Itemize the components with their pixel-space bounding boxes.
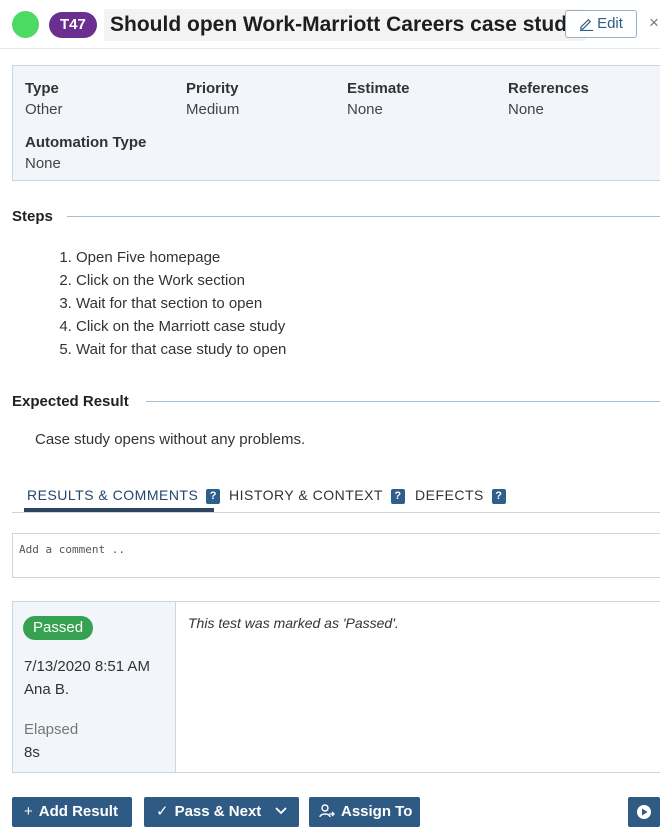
- assign-user-icon: [319, 804, 335, 818]
- edit-button[interactable]: Edit: [565, 10, 637, 38]
- step-item: Click on the Work section: [76, 269, 286, 292]
- references-value: None: [508, 101, 544, 118]
- help-icon[interactable]: ?: [206, 489, 221, 504]
- step-item: Wait for that section to open: [76, 292, 286, 315]
- check-icon: ✓: [156, 803, 169, 820]
- elapsed-value: 8s: [24, 744, 40, 761]
- page-title: Should open Work-Marriott Careers case s…: [104, 9, 585, 41]
- type-label: Type: [25, 80, 59, 97]
- header-divider: [0, 48, 660, 49]
- step-item: Open Five homepage: [76, 246, 286, 269]
- edit-label: Edit: [597, 15, 623, 32]
- help-icon[interactable]: ?: [390, 489, 405, 504]
- comment-input[interactable]: Add a comment ..: [12, 533, 660, 578]
- step-item: Wait for that case study to open: [76, 338, 286, 361]
- expected-result-heading: Expected Result: [12, 393, 129, 410]
- estimate-label: Estimate: [347, 80, 410, 97]
- test-id-badge: T47: [49, 12, 97, 38]
- status-badge: Passed: [23, 616, 94, 640]
- automation-type-label: Automation Type: [25, 134, 147, 151]
- tab-history-context[interactable]: HISTORY & CONTEXT?: [229, 487, 405, 504]
- elapsed-label: Elapsed: [24, 721, 79, 738]
- steps-list: Open Five homepage Click on the Work sec…: [52, 246, 286, 361]
- result-message: This test was marked as 'Passed'.: [188, 615, 399, 631]
- priority-label: Priority: [186, 80, 239, 97]
- result-user[interactable]: Ana B.: [24, 681, 69, 698]
- chevron-down-icon[interactable]: [275, 807, 288, 815]
- priority-value: Medium: [186, 101, 240, 118]
- add-result-label: Add Result: [38, 803, 118, 820]
- estimate-value: None: [347, 101, 383, 118]
- result-date: 7/13/2020 8:51 AM: [24, 658, 150, 675]
- tab-results-comments[interactable]: RESULTS & COMMENTS?: [27, 487, 221, 504]
- tab-label: DEFECTS: [415, 487, 484, 503]
- tab-label: HISTORY & CONTEXT: [229, 487, 383, 503]
- references-label: References: [508, 80, 589, 97]
- expected-result-rule: [146, 401, 660, 402]
- type-value: Other: [25, 101, 63, 118]
- status-indicator: [12, 11, 39, 38]
- automation-type-value: None: [25, 155, 61, 172]
- pencil-icon: [580, 18, 594, 32]
- tabs-divider: [12, 512, 660, 513]
- pass-next-label: Pass & Next: [174, 803, 262, 820]
- step-item: Click on the Marriott case study: [76, 315, 286, 338]
- expected-result-text: Case study opens without any problems.: [35, 431, 306, 448]
- steps-rule: [67, 216, 660, 217]
- tab-defects[interactable]: DEFECTS?: [415, 487, 506, 504]
- close-icon[interactable]: ×: [649, 13, 659, 33]
- assign-to-label: Assign To: [341, 803, 413, 820]
- steps-heading: Steps: [12, 208, 53, 225]
- tab-label: RESULTS & COMMENTS: [27, 487, 199, 503]
- plus-icon: +: [24, 803, 33, 820]
- help-icon[interactable]: ?: [491, 489, 506, 504]
